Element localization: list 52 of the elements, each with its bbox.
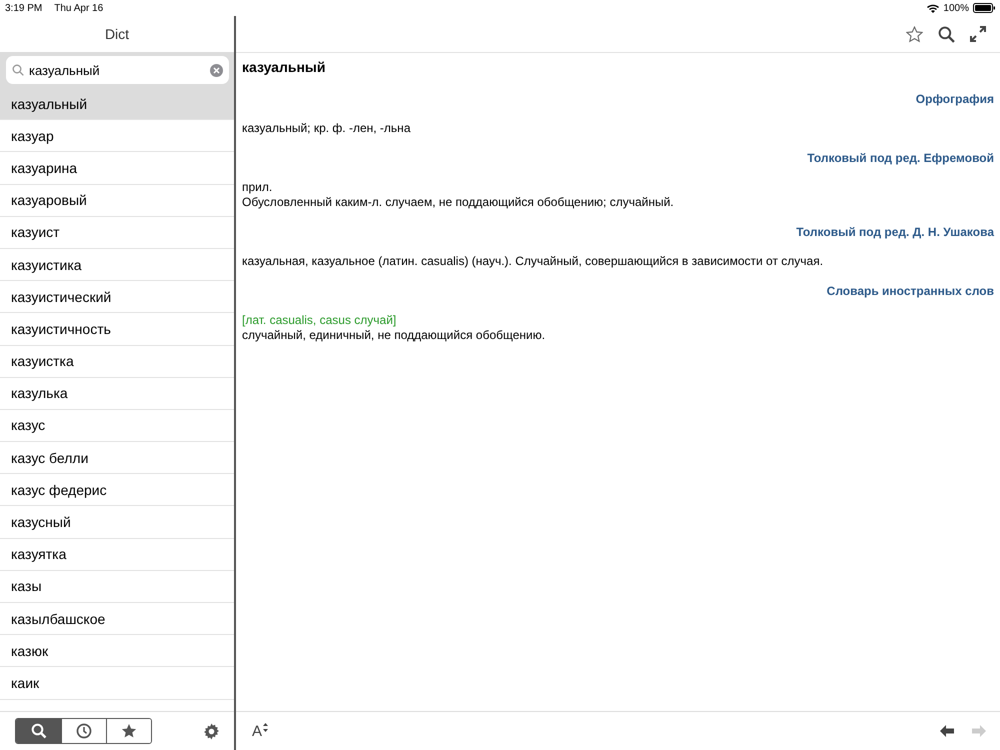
word-list-item[interactable]: казылбашское	[0, 603, 234, 636]
word-list-item[interactable]: казуятка	[0, 538, 234, 571]
font-size-button[interactable]: A	[252, 722, 268, 740]
definition-text: случайный, единичный, не поддающийся обобщению.	[242, 328, 546, 343]
word-list-item[interactable]: казуаровый	[0, 184, 234, 217]
wifi-icon	[927, 4, 940, 12]
dictionary-source-heading: Толковый под ред. Ефремовой	[807, 151, 994, 165]
search-icon[interactable]	[938, 26, 955, 42]
word-list-item[interactable]: казы	[0, 570, 234, 603]
view-mode-switch[interactable]	[15, 718, 152, 744]
settings-icon[interactable]	[203, 722, 220, 740]
expand-icon[interactable]	[970, 26, 986, 42]
sidebar-title: Dict	[104, 26, 130, 42]
status-date: Thu Apr 16	[54, 2, 104, 14]
battery-icon	[973, 3, 995, 13]
definition-text: казуальная, казуальное (латин. casualis) (науч.). Случайный, совершающийся в зависимости от случая.	[242, 254, 824, 269]
definition-text: прил.	[242, 180, 274, 195]
battery-percent: 100%	[943, 2, 969, 14]
etymology-note: [лат. casualis, casus случай]	[242, 313, 398, 328]
search-icon	[12, 64, 24, 76]
status-time: 3:19 PM	[5, 2, 42, 14]
up-down-arrows-icon	[263, 722, 268, 732]
word-list-item[interactable]: казуистка	[0, 346, 234, 378]
star-icon	[121, 723, 137, 739]
word-list-item[interactable]: казуистический	[0, 281, 234, 314]
favorites-tab[interactable]	[106, 719, 151, 743]
headword: казуальный	[242, 59, 326, 75]
definition-text: Обусловленный каким-л. случаем, не поддающийся обобщению; случайный.	[242, 195, 675, 210]
word-list-item[interactable]: каик	[0, 667, 234, 700]
clear-icon[interactable]	[210, 64, 223, 76]
word-list-item[interactable]: казуар	[0, 120, 234, 152]
word-list-item[interactable]: казуистика	[0, 248, 234, 282]
back-arrow-icon[interactable]	[940, 725, 954, 737]
word-list-item[interactable]: казус федерис	[0, 474, 234, 506]
dictionary-source-heading: Толковый под ред. Д. Н. Ушакова	[796, 225, 994, 239]
search-tab[interactable]	[16, 719, 61, 743]
word-list-item[interactable]: казуист	[0, 216, 234, 249]
word-list-item[interactable]: казус	[0, 410, 234, 442]
search-field[interactable]: казуальный	[6, 56, 229, 84]
word-list-item[interactable]: казуальный	[0, 88, 234, 120]
search-icon	[30, 723, 46, 739]
word-list-item[interactable]: казус белли	[0, 442, 234, 474]
clock-icon	[76, 723, 92, 739]
star-outline-icon[interactable]	[906, 26, 923, 42]
dictionary-source-heading: Словарь иностранных слов	[826, 284, 994, 298]
word-list-item[interactable]: казюк	[0, 635, 234, 668]
word-list-item[interactable]: казуистичность	[0, 313, 234, 346]
dictionary-source-heading: Орфография	[916, 92, 994, 106]
word-list-item[interactable]: казусный	[0, 506, 234, 539]
word-list-item[interactable]: казуарина	[0, 152, 234, 185]
word-list-item[interactable]: казулька	[0, 378, 234, 410]
definition-text: казуальный; кр. ф. -лен, -льна	[242, 121, 412, 136]
